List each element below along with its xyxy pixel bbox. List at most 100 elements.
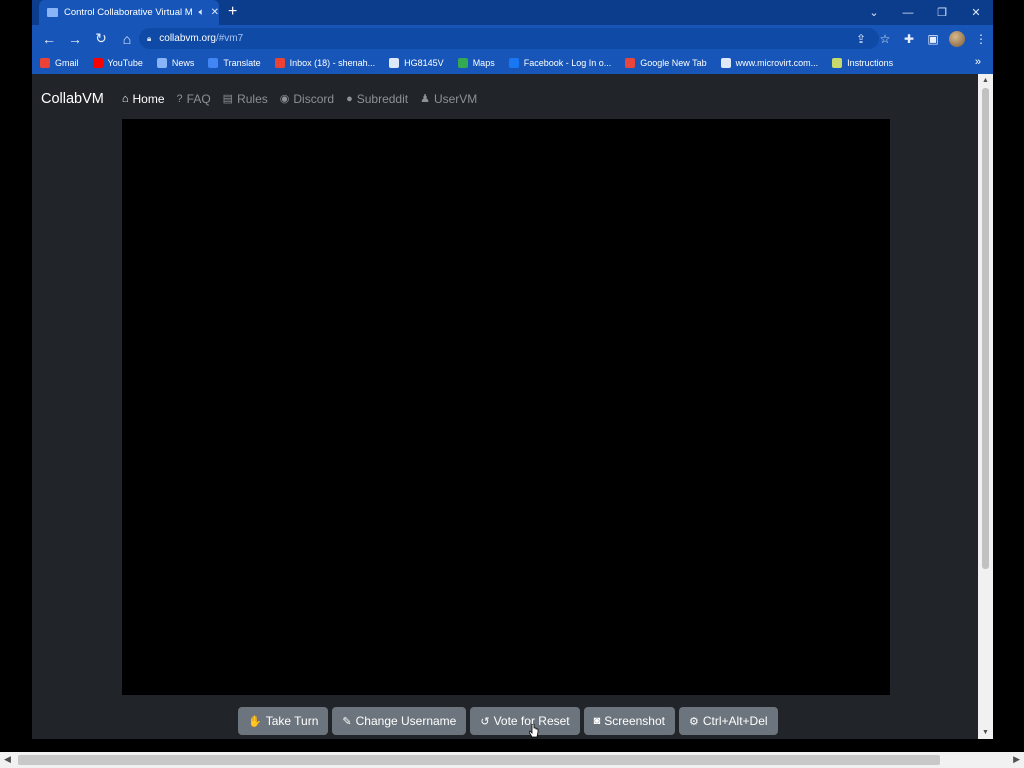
bookmark-label: Facebook - Log In o... xyxy=(523,58,612,68)
home-button[interactable]: ⌂ xyxy=(115,27,139,51)
vm-display[interactable] xyxy=(122,119,890,695)
vertical-scroll-thumb[interactable] xyxy=(982,88,989,569)
bookmark-favicon-icon xyxy=(274,58,285,68)
browser-toolbar: ← → ↻ ⌂ 🔒︎ collabvm.org/#vm7 ⇪ ☆ ✚ ▣ ⋮ xyxy=(32,25,993,52)
bookmarks-overflow-button[interactable]: » xyxy=(975,56,981,68)
nav-label: Home xyxy=(132,91,165,106)
button-label: Take Turn xyxy=(265,714,319,728)
browser-window: Control Collaborative Virtual Machines! … xyxy=(32,0,993,739)
close-window-button[interactable]: ✕ xyxy=(959,0,993,25)
ctrl-alt-del-button[interactable]: ⚙ Ctrl+Alt+Del xyxy=(678,707,778,735)
bookmark-favicon-icon xyxy=(389,58,400,68)
new-tab-button[interactable]: + xyxy=(228,3,237,21)
scroll-up-arrow[interactable]: ▲ xyxy=(982,77,989,84)
nav-uservm[interactable]: ♟ UserVM xyxy=(420,92,477,106)
collabvm-page: CollabVM ⌂ Home ? FAQ ▤ Rules ◉ Discord ● Subredd… xyxy=(32,74,978,739)
bookmark-item[interactable]: Maps xyxy=(457,58,495,68)
bookmark-label: News xyxy=(171,58,195,68)
horizontal-scrollbar[interactable]: ◀ ▶ xyxy=(0,752,1024,768)
bookmark-favicon-icon xyxy=(208,58,219,68)
site-navbar: CollabVM ⌂ Home ? FAQ ▤ Rules ◉ Discord ● Subredd… xyxy=(32,74,978,123)
bookmark-item[interactable]: www.microvirt.com... xyxy=(720,58,818,68)
scroll-left-arrow[interactable]: ◀ xyxy=(4,754,11,765)
nav-rules[interactable]: ▤ Rules xyxy=(223,92,268,106)
button-label: Screenshot xyxy=(604,714,665,728)
user-edit-icon: ✎ xyxy=(342,715,352,728)
bookmark-item[interactable]: Instructions xyxy=(832,58,893,68)
question-icon: ? xyxy=(176,92,183,105)
horizontal-scroll-thumb[interactable] xyxy=(18,755,940,765)
share-icon[interactable]: ⇪ xyxy=(849,27,873,51)
address-bar[interactable]: 🔒︎ collabvm.org/#vm7 xyxy=(139,28,879,49)
toolbar-actions: ⇪ ☆ ✚ ▣ ⋮ xyxy=(849,25,993,52)
change-username-button[interactable]: ✎ Change Username xyxy=(332,707,467,735)
scroll-right-arrow[interactable]: ▶ xyxy=(1013,754,1020,765)
menu-icon[interactable]: ⋮ xyxy=(969,27,993,51)
screenshot-button[interactable]: ◙ Screenshot xyxy=(583,707,675,735)
tab-title: Control Collaborative Virtual Machines! xyxy=(64,7,193,18)
window-controls: ⌄ — ❐ ✕ xyxy=(857,0,993,25)
clipboard-icon: ▤ xyxy=(222,93,234,105)
bookmark-item[interactable]: HG8145V xyxy=(389,58,444,68)
back-button[interactable]: ← xyxy=(37,27,61,51)
address-path: /#vm7 xyxy=(215,33,244,44)
address-host: collabvm.org xyxy=(159,33,216,44)
nav-home[interactable]: ⌂ Home xyxy=(122,92,165,106)
lock-icon[interactable]: 🔒︎ xyxy=(147,34,151,44)
reload-button[interactable]: ↻ xyxy=(89,27,113,51)
user-icon: ♟ xyxy=(420,93,430,105)
tab-strip: Control Collaborative Virtual Machines! … xyxy=(32,0,993,25)
profile-avatar[interactable] xyxy=(949,30,965,47)
home-icon: ⌂ xyxy=(121,92,129,105)
speaker-icon[interactable]: 🔈︎ xyxy=(199,7,205,18)
side-panel-icon[interactable]: ▣ xyxy=(921,27,945,51)
site-brand[interactable]: CollabVM xyxy=(41,91,104,107)
reddit-icon: ● xyxy=(346,92,353,105)
close-icon[interactable]: ✕ xyxy=(211,7,219,18)
bookmark-item[interactable]: News xyxy=(156,58,195,68)
forward-button[interactable]: → xyxy=(63,27,87,51)
bookmark-item[interactable]: Translate xyxy=(208,58,261,68)
desktop-background: Control Collaborative Virtual Machines! … xyxy=(0,0,1024,768)
bookmark-label: Instructions xyxy=(847,58,894,68)
mouse-pointer-icon xyxy=(529,724,539,738)
button-label: Change Username xyxy=(355,714,457,728)
bookmarks-bar: Gmail YouTube News Translate Inbox (18) - sh… xyxy=(32,52,993,74)
nav-label: Subreddit xyxy=(356,91,409,106)
nav-label: UserVM xyxy=(433,91,478,106)
camera-icon: ◙ xyxy=(593,715,601,727)
nav-label: Discord xyxy=(293,91,335,106)
active-tab[interactable]: Control Collaborative Virtual Machines! … xyxy=(39,0,219,25)
bookmark-label: Maps xyxy=(472,58,495,68)
restore-button[interactable]: ❐ xyxy=(925,0,959,25)
bookmark-label: Inbox (18) - shenah... xyxy=(289,58,376,68)
nav-subreddit[interactable]: ● Subreddit xyxy=(346,92,408,106)
vm-button-bar: ✋ Take Turn ✎ Change Username ↺ Vote for Rese… xyxy=(238,707,778,735)
bookmark-label: Google New Tab xyxy=(640,58,707,68)
bookmark-favicon-icon xyxy=(832,58,843,68)
tab-search-icon[interactable]: ⌄ xyxy=(857,0,891,25)
vertical-scrollbar[interactable]: ▲ ▼ xyxy=(978,74,993,739)
nav-faq[interactable]: ? FAQ xyxy=(177,92,211,106)
bookmark-item[interactable]: YouTube xyxy=(92,58,143,68)
bookmark-item[interactable]: Facebook - Log In o... xyxy=(508,58,612,68)
scroll-down-arrow[interactable]: ▼ xyxy=(982,729,989,736)
nav-label: Rules xyxy=(237,91,268,106)
bookmark-label: Gmail xyxy=(55,58,79,68)
bookmark-label: HG8145V xyxy=(404,58,444,68)
nav-discord[interactable]: ◉ Discord xyxy=(280,92,334,106)
bookmark-item[interactable]: Inbox (18) - shenah... xyxy=(274,58,376,68)
bookmark-item[interactable]: Google New Tab xyxy=(625,58,707,68)
button-label: Ctrl+Alt+Del xyxy=(702,714,768,728)
bookmark-item[interactable]: Gmail xyxy=(40,58,79,68)
minimize-button[interactable]: — xyxy=(891,0,925,25)
gear-icon: ⚙ xyxy=(688,715,699,728)
vote-for-reset-button[interactable]: ↺ Vote for Reset xyxy=(470,707,580,735)
extensions-icon[interactable]: ✚ xyxy=(897,27,921,51)
bookmark-label: YouTube xyxy=(107,58,143,68)
take-turn-button[interactable]: ✋ Take Turn xyxy=(238,707,329,735)
bookmark-star-icon[interactable]: ☆ xyxy=(873,27,897,51)
bookmark-favicon-icon xyxy=(508,58,519,68)
bookmark-label: Translate xyxy=(223,58,261,68)
bookmark-favicon-icon xyxy=(156,58,167,68)
